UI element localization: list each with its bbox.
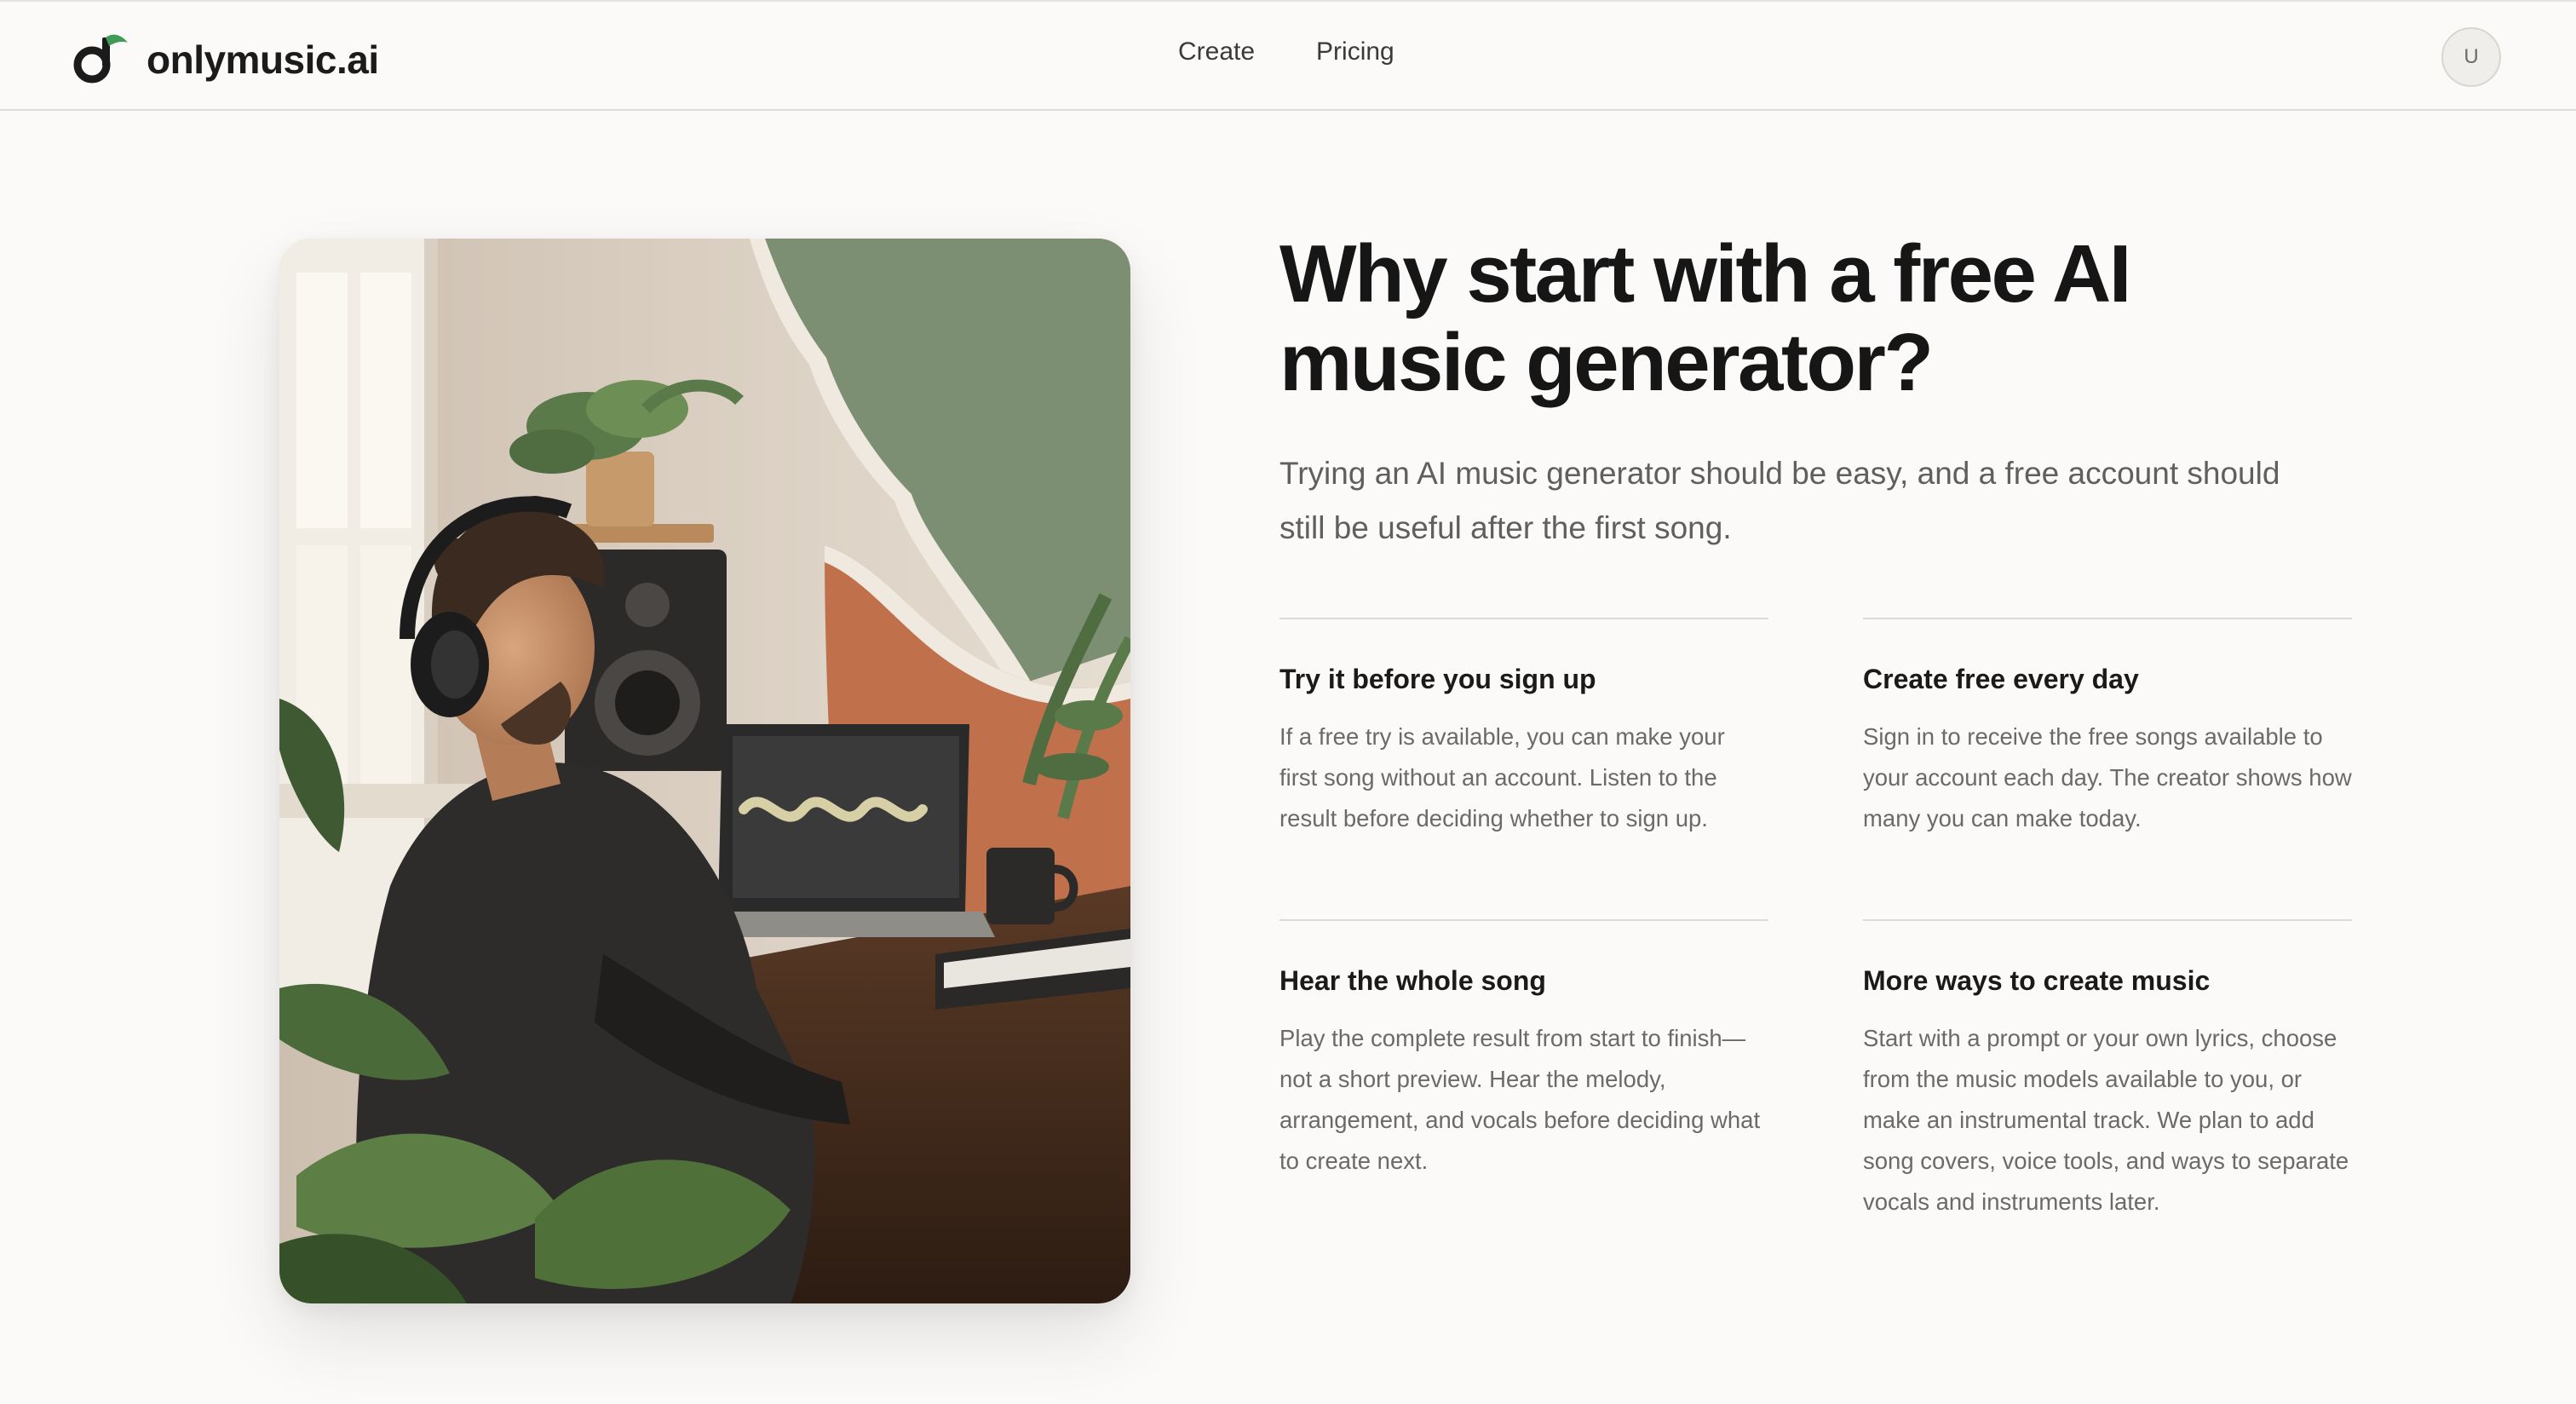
feature-title: Try it before you sign up (1279, 664, 1596, 694)
feature-title: Hear the whole song (1279, 965, 1546, 996)
section-intro: Trying an AI music generator should be e… (1279, 456, 2280, 545)
feature-title: More ways to create music (1863, 965, 2211, 996)
feature-try-before-signup: Try it before you sign up If a free try … (1279, 618, 1768, 921)
hero-image (279, 239, 1130, 1303)
user-avatar-button[interactable]: U (2441, 27, 2501, 87)
logo-link[interactable]: onlymusic.ai (72, 31, 379, 85)
feature-more-ways-to-create: More ways to create music Start with a p… (1863, 919, 2352, 1260)
nav-create-link[interactable]: Create (1178, 37, 1255, 66)
feature-body: If a free try is available, you can make… (1279, 723, 1725, 831)
nav-pricing-link[interactable]: Pricing (1316, 37, 1394, 66)
feature-hear-whole-song: Hear the whole song Play the complete re… (1279, 919, 1768, 1260)
feature-create-free-daily: Create free every day Sign in to receive… (1863, 618, 2352, 921)
brand-name: onlymusic.ai (147, 37, 379, 82)
section-title: Why start with a free AI music generator… (1279, 228, 2131, 408)
feature-body: Start with a prompt or your own lyrics, … (1863, 1025, 2349, 1215)
main-nav: Create Pricing (1178, 37, 1394, 66)
feature-body: Sign in to receive the free songs availa… (1863, 723, 2352, 831)
feature-body: Play the complete result from start to f… (1279, 1025, 1761, 1174)
avatar-initial: U (2464, 45, 2479, 68)
feature-title: Create free every day (1863, 664, 2139, 694)
music-listener-photo-icon (279, 239, 1130, 1303)
top-header: onlymusic.ai Create Pricing U (0, 0, 2576, 111)
music-note-logo-icon (73, 34, 128, 83)
